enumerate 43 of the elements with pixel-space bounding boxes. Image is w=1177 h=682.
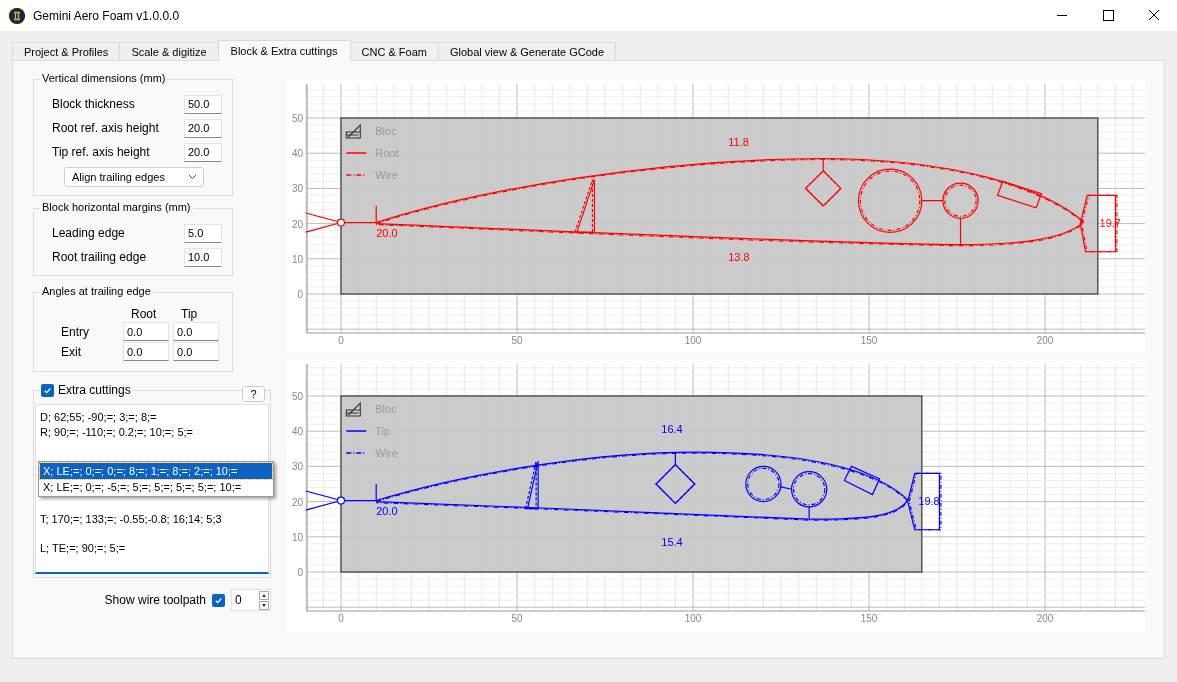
field-label: Root ref. axis height	[52, 121, 159, 135]
axis-tick-label: 150	[860, 335, 878, 346]
row-label: Entry	[61, 324, 90, 339]
field-label: Tip ref. axis height	[52, 145, 150, 159]
column-header: Tip	[180, 307, 199, 321]
toggle-label: Show wire toolpath	[104, 593, 206, 607]
checkbox-label: Extra cuttings	[58, 383, 131, 397]
dimension-label: 16.4	[661, 422, 683, 435]
row-label: Exit	[61, 344, 82, 359]
axis-tick-label: 20	[291, 218, 303, 230]
axis-tick-label: 0	[297, 567, 303, 578]
field-label: Block thickness	[52, 97, 135, 111]
axis-tick-label: 50	[511, 613, 523, 624]
axis-tick-label: 50	[291, 113, 303, 124]
dimension-label: 15.4	[661, 535, 683, 548]
axis-tick-label: 0	[297, 289, 303, 300]
group-title: Vertical dimensions (mm)	[40, 72, 168, 84]
column-header: Root	[130, 307, 158, 321]
axis-tick-label: 50	[291, 391, 303, 402]
field-label: Leading edge	[52, 226, 125, 240]
axis-tick-label: 50	[511, 335, 523, 346]
axis-tick-label: 200	[1036, 613, 1054, 624]
axis-tick-label: 30	[291, 461, 303, 473]
axis-tick-label: 0	[338, 613, 344, 624]
axis-tick-label: 100	[684, 613, 702, 624]
axis-tick-label: 10	[291, 253, 303, 265]
field-label: Root trailing edge	[52, 250, 147, 264]
axis-tick-label: 150	[860, 613, 878, 624]
axis-tick-label: 10	[291, 531, 303, 543]
axis-tick-label: 40	[291, 148, 303, 160]
axis-tick-label: 100	[684, 335, 702, 346]
dimension-label: 11.8	[728, 136, 749, 149]
dimension-label: 20.0	[376, 227, 398, 239]
axis-tick-label: 40	[291, 426, 303, 438]
group-title: Block horizontal margins (mm)	[40, 201, 193, 213]
axis-tick-label: 200	[1036, 335, 1054, 346]
axis-tick-label: 30	[291, 183, 303, 195]
dimension-label: 20.0	[376, 505, 398, 517]
dimension-label: 13.8	[728, 250, 750, 263]
axis-tick-label: 20	[291, 496, 303, 508]
window-title: Gemini Aero Foam v1.0.0.0	[33, 8, 181, 23]
group-title: Angles at trailing edge	[40, 285, 153, 297]
axis-tick-label: 0	[338, 335, 344, 346]
